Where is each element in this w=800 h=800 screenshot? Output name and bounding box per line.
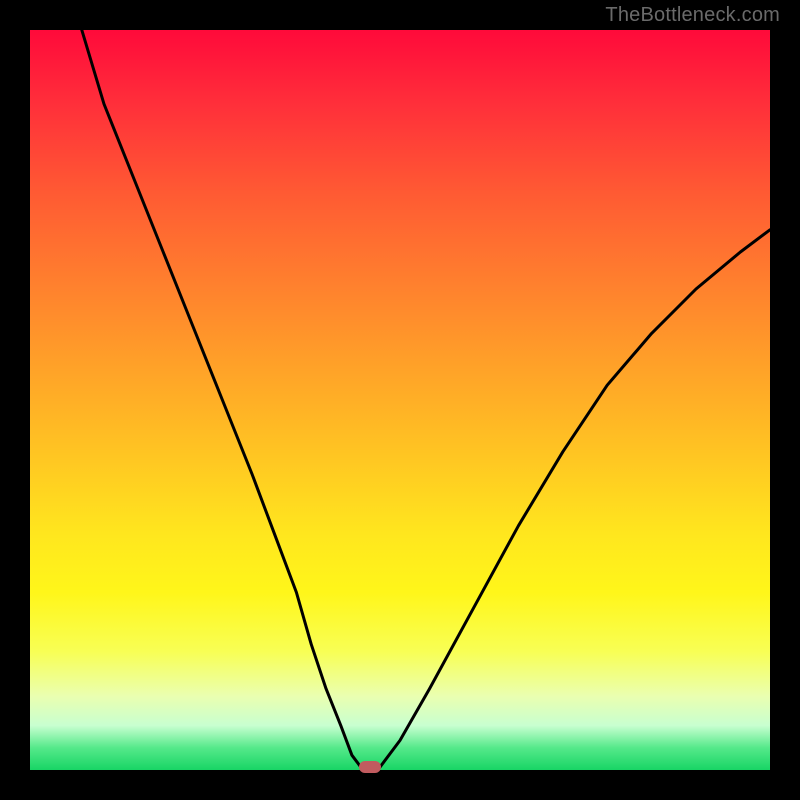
optimal-marker <box>359 761 381 773</box>
chart-frame: TheBottleneck.com <box>0 0 800 800</box>
bottleneck-curve <box>30 30 770 770</box>
plot-area <box>30 30 770 770</box>
watermark-text: TheBottleneck.com <box>605 4 780 27</box>
